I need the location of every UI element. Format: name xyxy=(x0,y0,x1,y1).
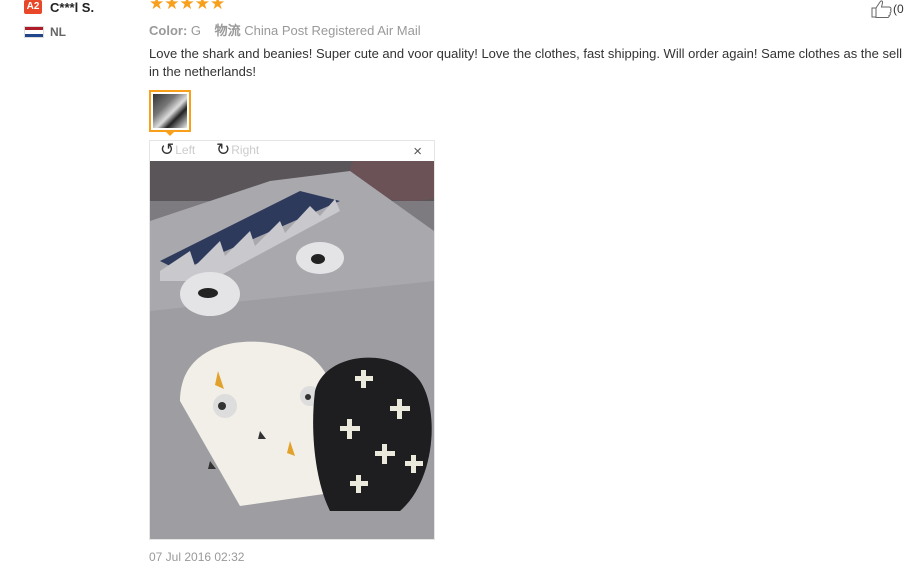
rotate-right-icon: ↻ xyxy=(216,140,231,159)
buyer-level-badge: A2 xyxy=(24,0,42,14)
review-photo-image xyxy=(150,161,434,539)
shipping-label: 物流 xyxy=(214,23,241,38)
reviewer-name: C***l S. xyxy=(50,0,95,15)
photo-viewer-toolbar: ↺ Left ↻ Right × xyxy=(150,141,434,161)
thumbnail-image xyxy=(153,94,187,128)
color-label: Color: xyxy=(149,23,188,38)
shipping-method: China Post Registered Air Mail xyxy=(244,23,421,38)
flag-nl-icon xyxy=(24,26,44,38)
review-date: 07 Jul 2016 02:32 xyxy=(149,550,245,564)
rotate-right-label: Right xyxy=(231,143,260,157)
photo-viewer: ↺ Left ↻ Right × xyxy=(149,140,435,540)
reviewer-info: A2 C***l S. NL xyxy=(24,0,144,39)
helpful-count: (0 xyxy=(893,2,904,16)
close-icon[interactable]: × xyxy=(413,143,422,160)
star-icon: ★ xyxy=(210,0,226,13)
review-photo xyxy=(150,161,434,539)
rotate-left-button[interactable]: ↺ Left xyxy=(160,140,196,159)
review-photo-thumbnail[interactable] xyxy=(149,90,191,132)
reviewer-name-row: A2 C***l S. xyxy=(24,0,144,15)
star-icon: ★ xyxy=(164,0,180,13)
thumbnail-pointer xyxy=(164,130,176,136)
reviewer-country: NL xyxy=(24,25,144,39)
star-icon: ★ xyxy=(149,0,165,13)
rotate-left-label: Left xyxy=(175,143,196,157)
country-code: NL xyxy=(50,25,66,39)
star-rating: ★ ★ ★ ★ ★ xyxy=(149,0,225,12)
rotate-right-button[interactable]: ↻ Right xyxy=(216,140,260,159)
order-attributes: Color: G 物流 China Post Registered Air Ma… xyxy=(149,20,421,39)
color-value: G xyxy=(190,23,202,38)
thumbs-up-icon[interactable] xyxy=(871,0,893,18)
helpful-vote[interactable]: (0 xyxy=(871,0,904,18)
review-text: Love the shark and beanies! Super cute a… xyxy=(149,46,902,79)
rotate-left-icon: ↺ xyxy=(160,140,175,159)
star-icon: ★ xyxy=(179,0,195,13)
star-icon: ★ xyxy=(194,0,210,13)
